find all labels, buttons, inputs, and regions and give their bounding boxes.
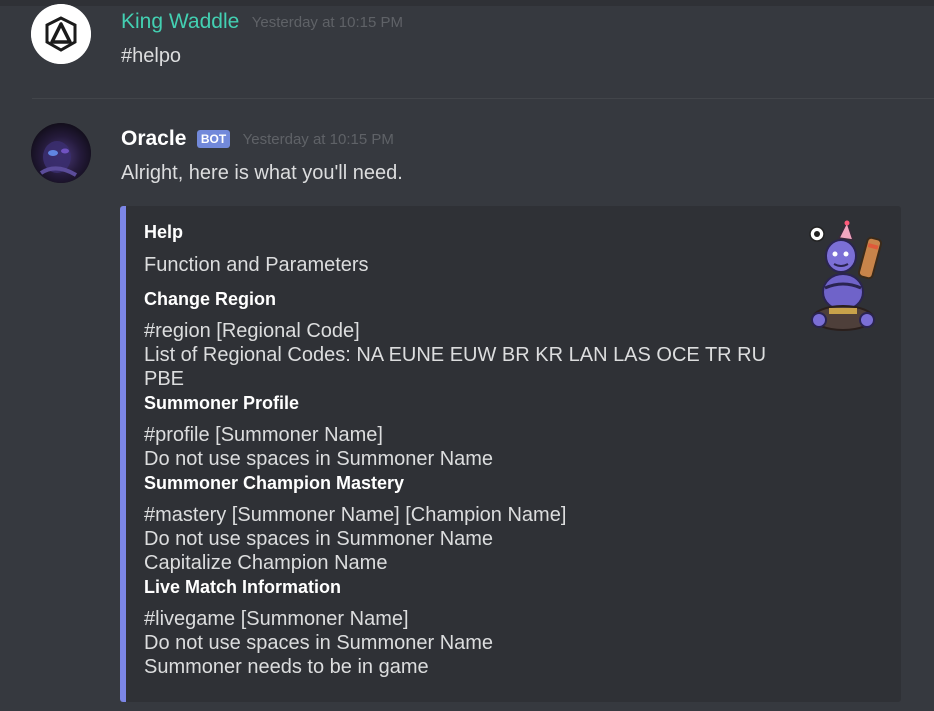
embed-field: Summoner Profile #profile [Summoner Name…	[144, 393, 804, 471]
bot-tag: BOT	[196, 130, 231, 148]
field-value: #livegame [Summoner Name] Do not use spa…	[144, 608, 494, 678]
message-header: King Waddle Yesterday at 10:15 PM	[121, 10, 403, 34]
help-embed: Help Function and Parameters Change Regi…	[120, 206, 901, 702]
message-content: #helpo	[121, 45, 182, 67]
embed-field: Change Region #region [Regional Code] Li…	[144, 289, 804, 391]
blue-troll-character-icon	[809, 220, 883, 331]
timestamp[interactable]: Yesterday at 10:15 PM	[243, 131, 394, 148]
chat-view: King Waddle Yesterday at 10:15 PM #helpo	[0, 0, 934, 711]
timestamp[interactable]: Yesterday at 10:15 PM	[252, 14, 403, 31]
message-king-waddle: King Waddle Yesterday at 10:15 PM #helpo	[0, 0, 934, 100]
dark-character-avatar	[31, 123, 91, 183]
field-name: Live Match Information	[144, 577, 342, 597]
embed-thumbnail[interactable]	[803, 220, 885, 340]
message-header: Oracle BOT Yesterday at 10:15 PM	[121, 127, 394, 151]
field-value: #mastery [Summoner Name] [Champion Name]…	[144, 504, 567, 574]
field-value: #profile [Summoner Name] Do not use spac…	[144, 424, 494, 470]
embed-field: Summoner Champion Mastery #mastery [Summ…	[144, 473, 804, 575]
message-oracle: Oracle BOT Yesterday at 10:15 PM Alright…	[0, 110, 934, 711]
username[interactable]: King Waddle	[121, 10, 239, 34]
message-content: Alright, here is what you'll need.	[121, 162, 403, 184]
avatar[interactable]	[31, 4, 91, 64]
avatar[interactable]	[31, 123, 91, 183]
triangle-logo-icon	[31, 4, 91, 64]
username[interactable]: Oracle	[121, 127, 186, 151]
embed-field: Live Match Information #livegame [Summon…	[144, 577, 804, 679]
embed-title: Help	[144, 222, 184, 242]
message-divider	[32, 98, 934, 99]
field-name: Change Region	[144, 289, 277, 309]
embed-fields: Change Region #region [Regional Code] Li…	[144, 289, 804, 681]
field-name: Summoner Profile	[144, 393, 300, 413]
embed-description: Function and Parameters	[144, 254, 369, 276]
field-name: Summoner Champion Mastery	[144, 473, 405, 493]
field-value: #region [Regional Code] List of Regional…	[144, 320, 767, 390]
